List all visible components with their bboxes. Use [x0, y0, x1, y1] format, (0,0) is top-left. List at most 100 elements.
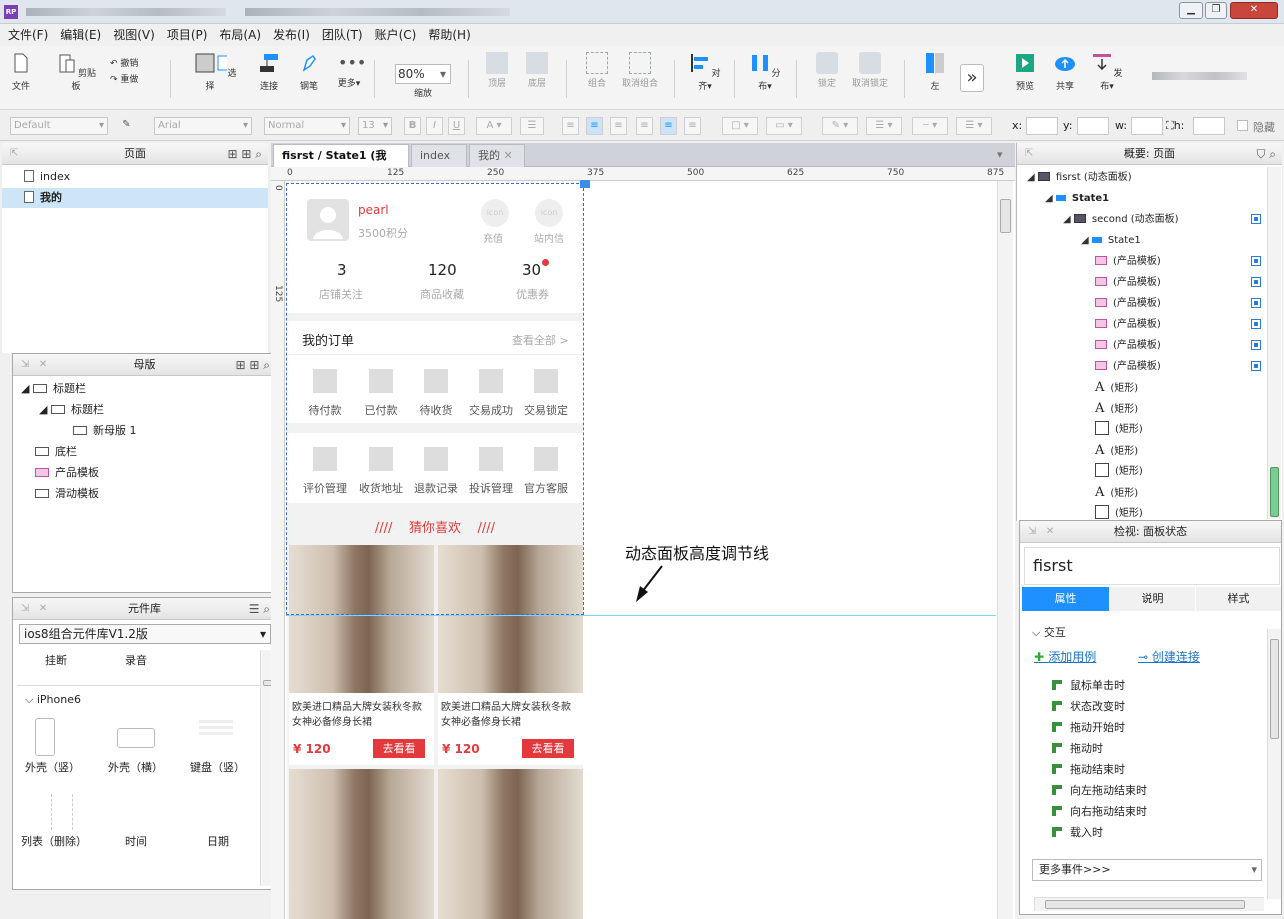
event-item[interactable]: 向右拖动结束时 [1052, 801, 1147, 822]
left-button[interactable]: 左 [920, 50, 950, 92]
send-bottom-button[interactable]: 底层 [522, 50, 552, 89]
font-size-select[interactable]: 13 [358, 117, 392, 135]
order-success[interactable]: 交易成功 [463, 369, 519, 418]
lib-item-record[interactable]: 录音 [125, 652, 147, 668]
preview-button[interactable]: 预览 [1010, 50, 1040, 92]
font-color-button[interactable]: A ▾ [476, 117, 512, 135]
event-item[interactable]: 载入时 [1052, 822, 1103, 843]
align-center-text-button[interactable]: ≡ [586, 117, 603, 135]
align-right-text-button[interactable]: ≡ [610, 117, 627, 135]
order-pending-payment[interactable]: 待付款 [297, 369, 353, 418]
outline-row[interactable]: ◢ State1 [1045, 188, 1109, 209]
select-tool[interactable]: 选择 [180, 50, 240, 92]
menu-layout[interactable]: 布局(A) [213, 24, 267, 46]
redo-button[interactable]: ↷ 重做 [110, 72, 150, 85]
lib-item-keyboard[interactable]: 键盘（竖） [190, 759, 245, 775]
canvas-scrollbar[interactable] [997, 181, 1013, 919]
outline-scrollbar[interactable] [1267, 167, 1281, 519]
inspect-scrollbar[interactable] [1267, 629, 1281, 899]
tab-index[interactable]: index ✕ [411, 144, 467, 184]
service-complaints[interactable]: 投诉管理 [463, 447, 519, 496]
tab-notes[interactable]: 说明 [1110, 587, 1195, 611]
outline-row[interactable]: A (矩形) [1095, 398, 1138, 419]
bring-top-button[interactable]: 顶层 [482, 50, 512, 89]
panel-height-guide-line[interactable] [286, 615, 996, 616]
event-item[interactable]: 向左拖动结束时 [1052, 780, 1147, 801]
line-width-button[interactable]: ☰ ▾ [866, 117, 902, 135]
outline-row[interactable]: (产品模板) [1095, 314, 1161, 335]
zoom-select[interactable]: 80% ▾ [395, 64, 451, 84]
tab-mine[interactable]: 我的 ✕ [469, 144, 525, 167]
align-top-text-button[interactable]: ≡ [636, 117, 653, 135]
lib-item-time[interactable]: 时间 [125, 833, 147, 849]
publish-button[interactable]: 发布▾ [1090, 50, 1124, 92]
outline-row[interactable]: (矩形) [1095, 419, 1143, 440]
pen-tool[interactable]: 钢笔 [294, 50, 324, 92]
menu-help[interactable]: 帮助(H) [422, 24, 476, 46]
order-to-receive[interactable]: 待收货 [408, 369, 464, 418]
menu-edit[interactable]: 编辑(E) [54, 24, 107, 46]
outline-row[interactable]: A (矩形) [1095, 440, 1138, 461]
outline-row[interactable]: (产品模板) [1095, 356, 1161, 377]
group-button[interactable]: 组合 [582, 50, 612, 89]
minimize-button[interactable]: ▁ [1179, 2, 1203, 19]
masters-header-icons[interactable]: ⊞ ⊞ ⌕ [236, 354, 270, 376]
outline-row[interactable]: A (矩形) [1095, 482, 1138, 503]
font-select[interactable]: Arial [154, 117, 252, 135]
menu-file[interactable]: 文件(F) [2, 24, 54, 46]
clipboard-group[interactable]: 剪贴板 [56, 50, 96, 92]
visibility-checkbox[interactable] [1251, 214, 1261, 224]
bullet-list-button[interactable]: ☰ [520, 117, 544, 135]
file-group[interactable]: 文件 [6, 50, 36, 92]
view-product-button[interactable]: 去看看 [522, 739, 574, 758]
outline-row[interactable]: (产品模板) [1095, 251, 1161, 272]
master-item-footer[interactable]: 底栏 [35, 442, 77, 462]
lib-item-hangup[interactable]: 挂断 [45, 652, 67, 668]
lib-item-shell-portrait[interactable]: 外壳（竖） [25, 759, 80, 775]
hide-checkbox[interactable] [1237, 120, 1248, 131]
arrow-style-button[interactable]: ☰ ▾ [956, 117, 992, 135]
expand-toolbar-button[interactable]: » [960, 64, 984, 92]
master-item-new[interactable]: 新母版 1 [73, 421, 137, 441]
y-input[interactable] [1077, 117, 1109, 135]
line-style-button[interactable]: ┄ ▾ [912, 117, 948, 135]
font-weight-select[interactable]: Normal [264, 117, 350, 135]
order-paid[interactable]: 已付款 [353, 369, 409, 418]
maximize-button[interactable]: ❐ [1205, 2, 1227, 19]
close-button[interactable]: ✕ [1230, 2, 1278, 19]
visibility-checkbox[interactable] [1251, 361, 1261, 371]
connect-tool[interactable]: 连接 [254, 50, 284, 92]
panel-name-input[interactable]: fisrst [1024, 547, 1280, 585]
outline-row[interactable]: (产品模板) [1095, 272, 1161, 293]
service-refunds[interactable]: 退款记录 [408, 447, 464, 496]
underline-button[interactable]: U [448, 117, 465, 135]
master-item-titlebar-child[interactable]: ◢ 标题栏 [39, 400, 104, 420]
lock-button[interactable]: 锁定 [812, 50, 842, 89]
lib-group-iphone6[interactable]: ⌵ iPhone6 [25, 693, 81, 707]
visibility-checkbox[interactable] [1251, 319, 1261, 329]
align-bottom-text-button[interactable]: ≡ [684, 117, 701, 135]
align-button[interactable]: 对齐▾ [688, 50, 722, 92]
product-card[interactable] [438, 769, 583, 919]
view-all-link[interactable]: 查看全部 > [512, 332, 569, 348]
visibility-checkbox[interactable] [1251, 340, 1261, 350]
align-middle-text-button[interactable]: ≡ [660, 117, 677, 135]
lib-item-shell-landscape[interactable]: 外壳（横） [108, 759, 163, 775]
visibility-checkbox[interactable] [1251, 277, 1261, 287]
tab-properties[interactable]: 属性 [1022, 587, 1109, 611]
outline-row[interactable]: ◢ second (动态面板) [1063, 209, 1179, 230]
page-item-index[interactable]: index [2, 167, 268, 187]
product-card[interactable] [289, 769, 434, 919]
service-support[interactable]: 官方客服 [518, 447, 574, 496]
library-header-icons[interactable]: ☰ ⌕ [249, 598, 270, 620]
outline-row[interactable]: ◢ fisrst (动态面板) [1027, 167, 1132, 188]
pages-header-icons[interactable]: ⊞ ⊞ ⌕ [228, 143, 262, 165]
align-left-text-button[interactable]: ≡ [562, 117, 579, 135]
event-item[interactable]: 拖动结束时 [1052, 759, 1125, 780]
ungroup-button[interactable]: 取消组合 [620, 50, 660, 89]
outline-row[interactable]: (产品模板) [1095, 335, 1161, 356]
menu-account[interactable]: 账户(C) [369, 24, 423, 46]
tabs-dropdown-icon[interactable]: ▾ [997, 148, 1003, 161]
undo-button[interactable]: ↶ 撤销 [110, 56, 150, 69]
service-address[interactable]: 收货地址 [353, 447, 409, 496]
